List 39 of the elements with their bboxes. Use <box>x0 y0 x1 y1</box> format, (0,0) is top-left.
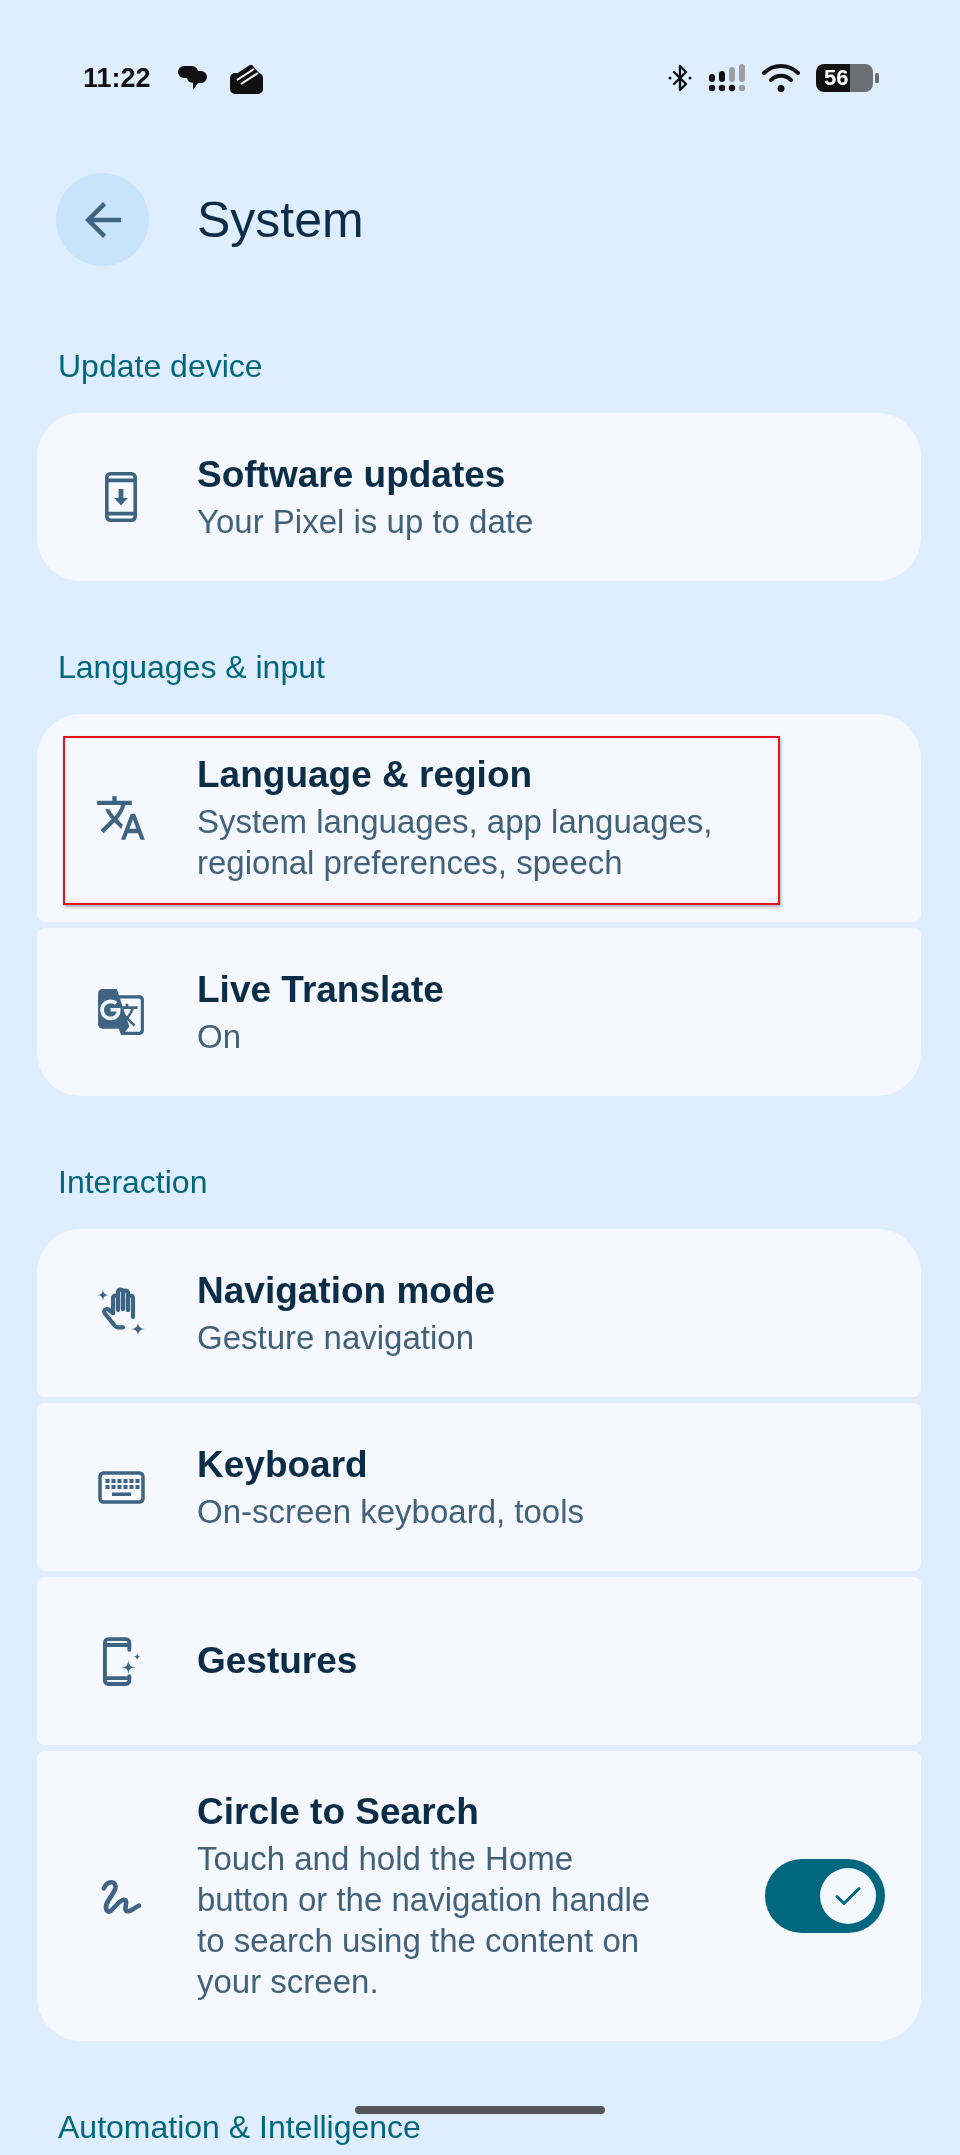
navigation-handle[interactable] <box>355 2106 605 2114</box>
setting-summary: On <box>197 1016 242 1057</box>
setting-summary: Gesture navigation <box>197 1317 474 1358</box>
setting-summary: On-screen keyboard, tools <box>197 1491 585 1532</box>
setting-row[interactable]: Software updates Your Pixel is up to date <box>37 413 921 581</box>
phone-sparkle-icon <box>101 1635 141 1687</box>
section-heading: Languages & input <box>58 651 325 683</box>
setting-title: Live Translate <box>197 967 444 1012</box>
setting-summary: Touch and hold the Home button or the navigation handle to search using the content on your screen. <box>197 1839 652 2002</box>
keyboard-icon <box>97 1470 145 1504</box>
arrow-left-icon <box>84 201 121 238</box>
page-title: System <box>197 190 364 250</box>
setting-title: Language & region <box>197 753 533 797</box>
section-heading: Automation & Intelligence <box>58 2111 421 2143</box>
setting-title: Software updates <box>197 452 506 497</box>
bluetooth-icon <box>667 64 693 92</box>
setting-summary: System languages, app languages, regional preferences, speech <box>197 802 714 883</box>
phone-download-icon <box>105 472 137 522</box>
setting-row[interactable]: Circle to Search Touch and hold the Home button or the navigation handle to search using the content on your screen. <box>37 1751 921 2041</box>
section-heading: Update device <box>58 350 263 382</box>
section-heading: Interaction <box>58 1166 208 1198</box>
setting-summary: Your Pixel is up to date <box>197 501 534 542</box>
wifi-icon <box>761 63 801 93</box>
setting-row[interactable]: Language & region System languages, app languages, regional preferences, speech <box>37 714 921 922</box>
chat-bubbles-icon <box>176 65 207 91</box>
setting-title: Keyboard <box>197 1442 368 1487</box>
translate-boxes-icon <box>96 987 146 1037</box>
clock-time: 11:22 <box>83 62 151 94</box>
setting-row[interactable]: Gestures <box>37 1577 921 1745</box>
setting-row[interactable]: Keyboard On-screen keyboard, tools <box>37 1403 921 1571</box>
signal-bars-icon <box>708 64 746 92</box>
setting-title: Circle to Search <box>197 1790 479 1834</box>
battery-indicator: 56 <box>816 64 879 92</box>
setting-row[interactable]: Live Translate On <box>37 928 921 1096</box>
setting-title: Navigation mode <box>197 1268 496 1313</box>
layered-tile-icon <box>229 62 263 94</box>
setting-title: Gestures <box>197 1639 358 1683</box>
setting-row[interactable]: Navigation mode Gesture navigation <box>37 1229 921 1397</box>
check-icon <box>835 1886 861 1906</box>
